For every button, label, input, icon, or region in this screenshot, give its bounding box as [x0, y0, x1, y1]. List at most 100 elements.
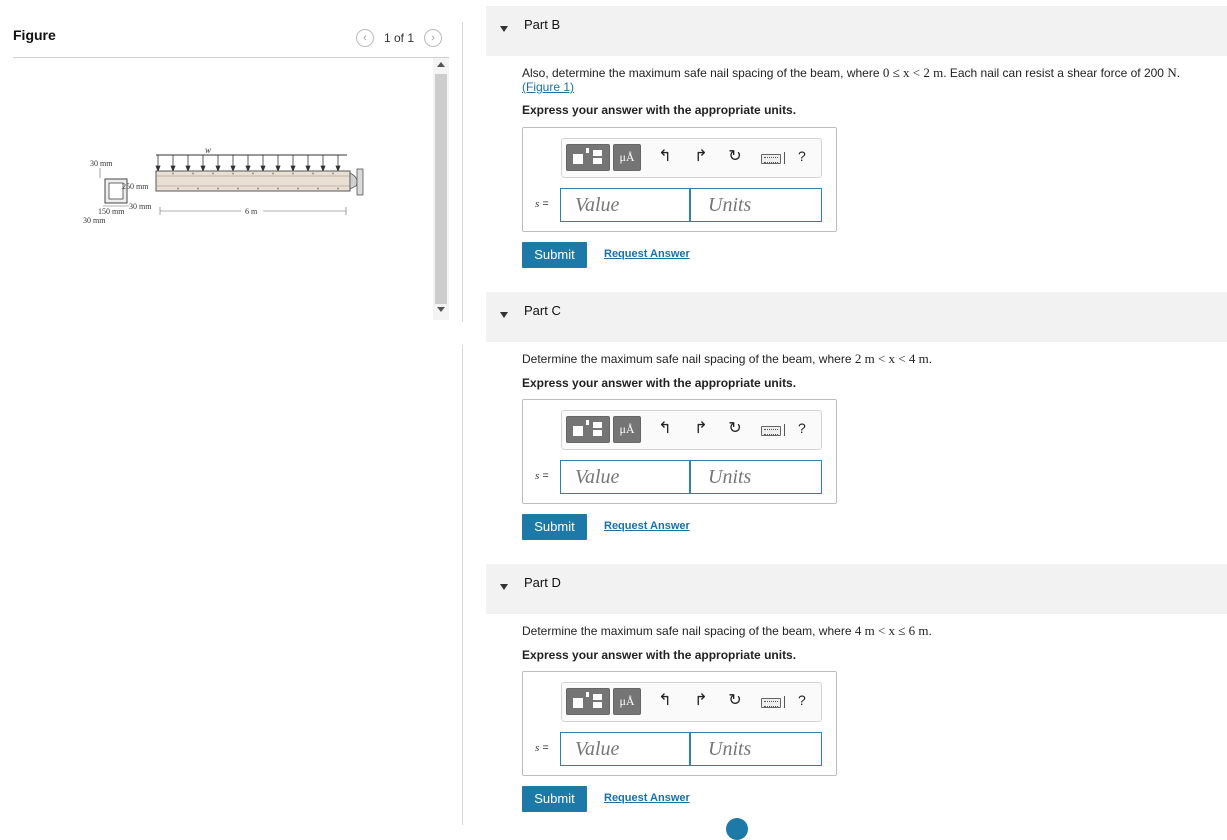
next-figure-button[interactable]: › [424, 29, 443, 47]
figure-pager: ‹ 1 of 1 › [356, 29, 443, 47]
floating-help-icon[interactable] [726, 818, 748, 840]
part-b-instructions: Express your answer with the appropriate… [522, 103, 797, 117]
collapse-caret-icon[interactable] [500, 312, 508, 318]
toolbar-separator [784, 152, 785, 164]
keyboard-icon[interactable] [761, 154, 781, 164]
submit-button[interactable]: Submit [522, 786, 587, 812]
reset-icon[interactable]: ↻ [724, 418, 746, 440]
panel-divider-lower [462, 345, 463, 825]
reset-icon[interactable]: ↻ [724, 690, 746, 712]
templates-button[interactable] [566, 688, 610, 715]
answer-variable-label: s = [535, 198, 549, 210]
units-input[interactable]: Units [690, 732, 822, 766]
part-d-answer-box: μÅ ↰ ↱ ↻ ? s = Value Units [522, 671, 837, 776]
keyboard-icon[interactable] [761, 426, 781, 436]
value-input[interactable]: Value [560, 188, 690, 222]
prompt-text-2: . Each nail can resist a shear force of … [943, 66, 1164, 80]
value-input[interactable]: Value [560, 460, 690, 494]
undo-icon[interactable]: ↰ [654, 418, 676, 440]
part-b-title: Part B [524, 17, 561, 32]
prompt-text: Determine the maximum safe nail spacing … [522, 352, 852, 366]
dim-250mm: 250 mm [122, 182, 149, 191]
variable-s: s [535, 198, 540, 210]
help-button[interactable]: ? [798, 420, 806, 436]
redo-icon[interactable]: ↱ [690, 146, 712, 168]
prompt-math: 0 ≤ x < 2 m [882, 65, 944, 80]
toolbar-separator [784, 424, 785, 436]
part-c-instructions: Express your answer with the appropriate… [522, 376, 797, 390]
help-button[interactable]: ? [798, 692, 806, 708]
part-c-title: Part C [524, 303, 561, 318]
prompt-math: 2 m < x < 4 m [854, 351, 929, 366]
templates-button[interactable] [566, 144, 610, 171]
prompt-end: . [1176, 66, 1181, 80]
redo-icon[interactable]: ↱ [690, 690, 712, 712]
submit-button[interactable]: Submit [522, 242, 587, 268]
previous-figure-button[interactable]: ‹ [356, 29, 374, 47]
scroll-down-arrow-icon[interactable] [437, 307, 445, 312]
undo-icon[interactable]: ↰ [654, 690, 676, 712]
scroll-up-arrow-icon[interactable] [437, 62, 445, 67]
prompt-text: Also, determine the maximum safe nail sp… [522, 66, 880, 80]
units-input[interactable]: Units [690, 188, 822, 222]
dim-30mm-top: 30 mm [90, 159, 113, 168]
request-answer-link[interactable]: Request Answer [604, 248, 690, 260]
span-length: 6 m [245, 207, 258, 216]
dim-30mm-mid: 30 mm [129, 202, 152, 211]
math-toolbar: μÅ ↰ ↱ ↻ ? [561, 138, 822, 178]
request-answer-link[interactable]: Request Answer [604, 520, 690, 532]
value-input[interactable]: Value [560, 732, 690, 766]
units-symbol-button[interactable]: μÅ [613, 688, 641, 715]
submit-button[interactable]: Submit [522, 514, 587, 540]
units-symbol-button[interactable]: μÅ [613, 144, 641, 171]
load-label: w [205, 145, 211, 155]
panel-divider [462, 22, 463, 322]
part-c-answer-box: μÅ ↰ ↱ ↻ ? s = Value Units [522, 399, 837, 504]
dim-150mm: 150 mm [98, 207, 125, 216]
figure-scrollbar[interactable] [433, 58, 449, 320]
prompt-text: Determine the maximum safe nail spacing … [522, 624, 852, 638]
answer-variable-label: s = [535, 742, 549, 754]
math-toolbar: μÅ ↰ ↱ ↻ ? [561, 682, 822, 722]
figure-title: Figure [13, 27, 56, 43]
templates-button[interactable] [566, 416, 610, 443]
dim-30mm-bottom: 30 mm [83, 216, 106, 225]
figure-1-link[interactable]: (Figure 1) [522, 80, 574, 94]
prompt-end: . [928, 352, 933, 366]
prompt-end: . [928, 624, 932, 638]
part-c-prompt: Determine the maximum safe nail spacing … [522, 351, 1222, 367]
answer-variable-label: s = [535, 470, 549, 482]
part-d-prompt: Determine the maximum safe nail spacing … [522, 623, 1222, 639]
undo-icon[interactable]: ↰ [654, 146, 676, 168]
units-symbol-button[interactable]: μÅ [613, 416, 641, 443]
prompt-math-unit: N [1167, 65, 1177, 80]
variable-s: s [535, 742, 540, 754]
keyboard-icon[interactable] [761, 698, 781, 708]
collapse-caret-icon[interactable] [500, 26, 508, 32]
prompt-math: 4 m < x ≤ 6 m [854, 623, 929, 638]
reset-icon[interactable]: ↻ [724, 146, 746, 168]
collapse-caret-icon[interactable] [500, 584, 508, 590]
part-b-answer-box: μÅ ↰ ↱ ↻ ? s = Value Units [522, 127, 837, 232]
beam-diagram: w 30 mm 250 mm 30 mm 150 mm 30 mm 6 m [83, 145, 364, 225]
wall-support [356, 168, 364, 196]
variable-s: s [535, 470, 540, 482]
figure-image: w 30 mm 250 mm 30 mm 150 mm 30 mm 6 m [13, 58, 433, 320]
scrollbar-thumb[interactable] [435, 74, 447, 304]
part-c-header[interactable]: Part C [486, 292, 1227, 342]
part-b: Part B Also, determine the maximum safe … [486, 6, 1227, 306]
part-d: Part D Determine the maximum safe nail s… [486, 564, 1227, 825]
load-arrows [155, 155, 341, 173]
part-d-instructions: Express your answer with the appropriate… [522, 648, 797, 662]
request-answer-link[interactable]: Request Answer [604, 792, 690, 804]
help-button[interactable]: ? [798, 148, 806, 164]
part-d-header[interactable]: Part D [486, 564, 1227, 614]
part-d-title: Part D [524, 575, 561, 590]
toolbar-separator [784, 696, 785, 708]
redo-icon[interactable]: ↱ [690, 418, 712, 440]
part-b-header[interactable]: Part B [486, 6, 1227, 56]
part-b-prompt: Also, determine the maximum safe nail sp… [522, 65, 1222, 95]
math-toolbar: μÅ ↰ ↱ ↻ ? [561, 410, 822, 450]
units-input[interactable]: Units [690, 460, 822, 494]
part-c: Part C Determine the maximum safe nail s… [486, 292, 1227, 552]
